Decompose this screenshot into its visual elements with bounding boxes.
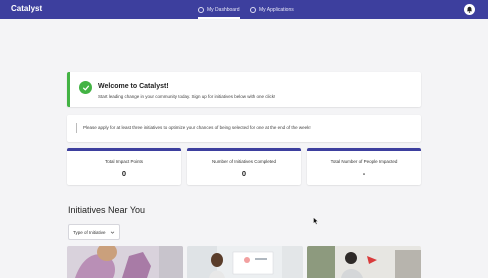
stat-label: Total Impact Points <box>104 159 144 164</box>
welcome-subtitle: Start leading change in your community t… <box>98 94 276 99</box>
tab-my-dashboard-label: My Dashboard <box>207 6 240 13</box>
stat-card-initiatives-completed: Number of Initiatives Completed 0 <box>187 148 301 185</box>
initiative-card-image[interactable] <box>307 246 421 278</box>
filter-label: Type of Initiative <box>73 229 106 235</box>
stat-label: Number of Initiatives Completed <box>211 159 277 164</box>
initiative-card-image[interactable] <box>187 246 303 278</box>
brand-logo[interactable]: Catalyst <box>11 4 42 13</box>
bell-icon <box>466 6 473 13</box>
stat-value: - <box>362 169 366 178</box>
stat-value: 0 <box>121 169 127 178</box>
check-circle-icon <box>79 81 92 94</box>
initiative-card-image[interactable] <box>67 246 183 278</box>
stat-label: Total Number of People Impacted <box>330 159 398 164</box>
notice-card: Please apply for at least three initiati… <box>67 115 421 142</box>
stat-card-impact-points: Total Impact Points 0 <box>67 148 181 185</box>
stat-card-people-impacted: Total Number of People Impacted - <box>307 148 421 185</box>
dashboard-icon <box>198 6 204 13</box>
chevron-down-icon <box>110 231 115 234</box>
notice-text: Please apply for at least three initiati… <box>83 125 311 130</box>
stat-value: 0 <box>241 169 247 178</box>
tab-my-applications-label: My Applications <box>259 6 294 13</box>
section-title-initiatives: Initiatives Near You <box>68 205 146 215</box>
initiative-type-filter[interactable]: Type of Initiative <box>68 224 120 240</box>
welcome-title: Welcome to Catalyst! <box>98 83 169 90</box>
tab-my-dashboard[interactable]: My Dashboard <box>198 0 240 19</box>
applications-icon <box>250 6 256 13</box>
top-nav-bar: Catalyst My Dashboard My Applications <box>0 0 488 19</box>
welcome-card: Welcome to Catalyst! Start leading chang… <box>67 72 421 107</box>
notice-divider <box>76 123 77 133</box>
notifications-button[interactable] <box>464 4 475 15</box>
tab-my-applications[interactable]: My Applications <box>250 0 294 19</box>
mouse-cursor <box>313 217 318 225</box>
